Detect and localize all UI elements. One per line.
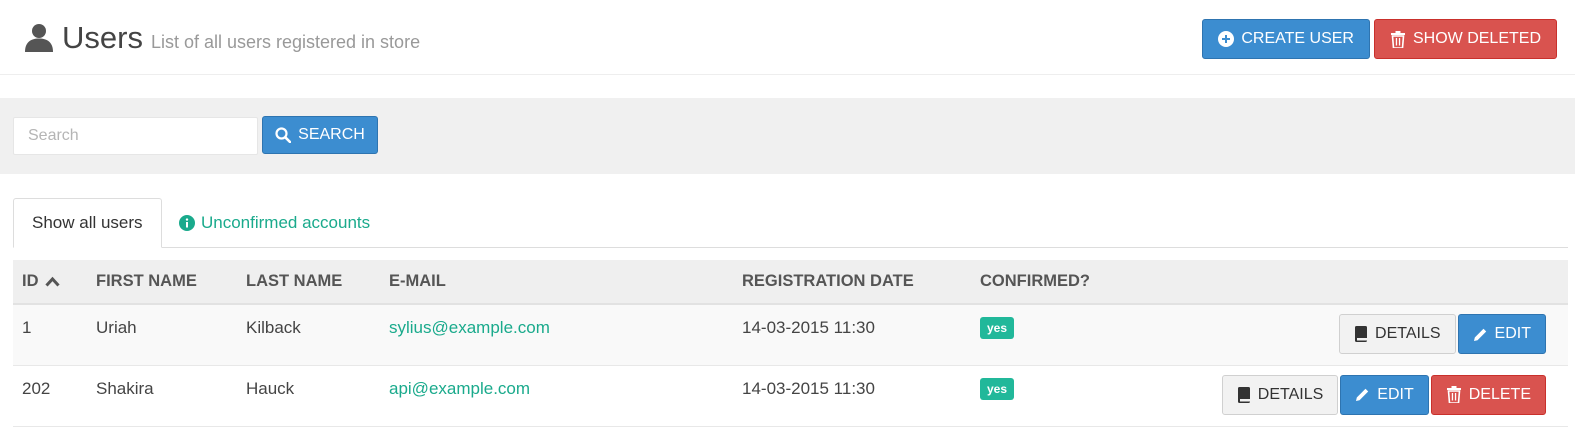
tab-show-all-users[interactable]: Show all users xyxy=(13,198,162,248)
cell-actions: DETAILS EDIT DELETE xyxy=(1161,365,1568,427)
table-row: 1 Uriah Kilback sylius@example.com 14-03… xyxy=(13,304,1568,366)
search-icon xyxy=(275,127,292,143)
details-button[interactable]: DETAILS xyxy=(1339,314,1456,354)
users-table: ID FIRST NAME LAST NAME E-MAIL REGISTRAT… xyxy=(13,260,1568,427)
column-header-email[interactable]: E-MAIL xyxy=(380,260,733,305)
cell-email: sylius@example.com xyxy=(380,304,733,366)
search-bar: SEARCH xyxy=(0,98,1575,174)
filter-tabs: Show all users Unconfirmed accounts xyxy=(13,198,1568,248)
cell-registration-date: 14-03-2015 11:30 xyxy=(733,304,971,366)
cell-confirmed: yes xyxy=(971,304,1161,366)
confirmed-badge: yes xyxy=(980,377,1015,400)
column-header-last-name[interactable]: LAST NAME xyxy=(237,260,380,305)
trash-icon xyxy=(1446,386,1461,403)
column-header-confirmed[interactable]: CONFIRMED? xyxy=(971,260,1161,305)
table-header-row: ID FIRST NAME LAST NAME E-MAIL REGISTRAT… xyxy=(13,260,1568,305)
cell-last-name: Kilback xyxy=(237,304,380,366)
column-header-actions xyxy=(1161,260,1568,305)
book-icon xyxy=(1237,386,1250,403)
show-deleted-button[interactable]: SHOW DELETED xyxy=(1373,19,1557,59)
details-button[interactable]: DETAILS xyxy=(1221,374,1339,415)
cell-confirmed: yes xyxy=(971,365,1161,427)
user-icon xyxy=(25,24,53,52)
email-link[interactable]: sylius@example.com xyxy=(389,318,550,337)
page-subtitle: List of all users registered in store xyxy=(150,32,421,52)
search-input[interactable] xyxy=(13,117,258,155)
plus-circle-icon xyxy=(1218,31,1235,47)
cell-id: 202 xyxy=(13,365,87,427)
confirmed-badge: yes xyxy=(980,317,1015,339)
edit-button[interactable]: EDIT xyxy=(1457,314,1546,354)
create-user-button[interactable]: CREATE USER xyxy=(1202,19,1370,59)
tab-label: Show all users xyxy=(32,213,143,232)
column-header-id[interactable]: ID xyxy=(13,260,87,305)
cell-first-name: Shakira xyxy=(87,365,237,427)
page-title-group: Users List of all users registered in st… xyxy=(24,18,420,56)
book-icon xyxy=(1355,326,1368,342)
search-button-label: SEARCH xyxy=(298,126,365,143)
cell-registration-date: 14-03-2015 11:30 xyxy=(733,365,971,427)
pencil-icon xyxy=(1473,328,1486,341)
page-header: Users List of all users registered in st… xyxy=(0,0,1575,75)
tab-label: Unconfirmed accounts xyxy=(201,213,371,232)
cell-last-name: Hauck xyxy=(237,365,380,427)
page-title: Users xyxy=(62,20,143,55)
pencil-icon xyxy=(1356,388,1369,401)
cell-first-name: Uriah xyxy=(87,304,237,366)
edit-button[interactable]: EDIT xyxy=(1340,374,1429,415)
column-header-first-name[interactable]: FIRST NAME xyxy=(87,260,237,305)
search-button[interactable]: SEARCH xyxy=(262,116,378,154)
cell-actions: DETAILS EDIT xyxy=(1161,304,1568,366)
delete-button[interactable]: DELETE xyxy=(1430,374,1546,415)
trash-icon xyxy=(1390,30,1405,48)
email-link[interactable]: api@example.com xyxy=(389,379,530,398)
create-user-label: CREATE USER xyxy=(1241,30,1354,47)
chevron-up-icon xyxy=(45,276,60,287)
header-actions: CREATE USER SHOW DELETED xyxy=(1202,19,1557,59)
cell-id: 1 xyxy=(13,304,87,366)
tab-unconfirmed-accounts[interactable]: Unconfirmed accounts xyxy=(161,198,388,248)
table-row: 202 Shakira Hauck api@example.com 14-03-… xyxy=(13,365,1568,427)
show-deleted-label: SHOW DELETED xyxy=(1412,30,1541,47)
info-circle-icon xyxy=(179,215,195,231)
column-header-registration-date[interactable]: REGISTRATION DATE xyxy=(733,260,971,305)
cell-email: api@example.com xyxy=(380,365,733,427)
